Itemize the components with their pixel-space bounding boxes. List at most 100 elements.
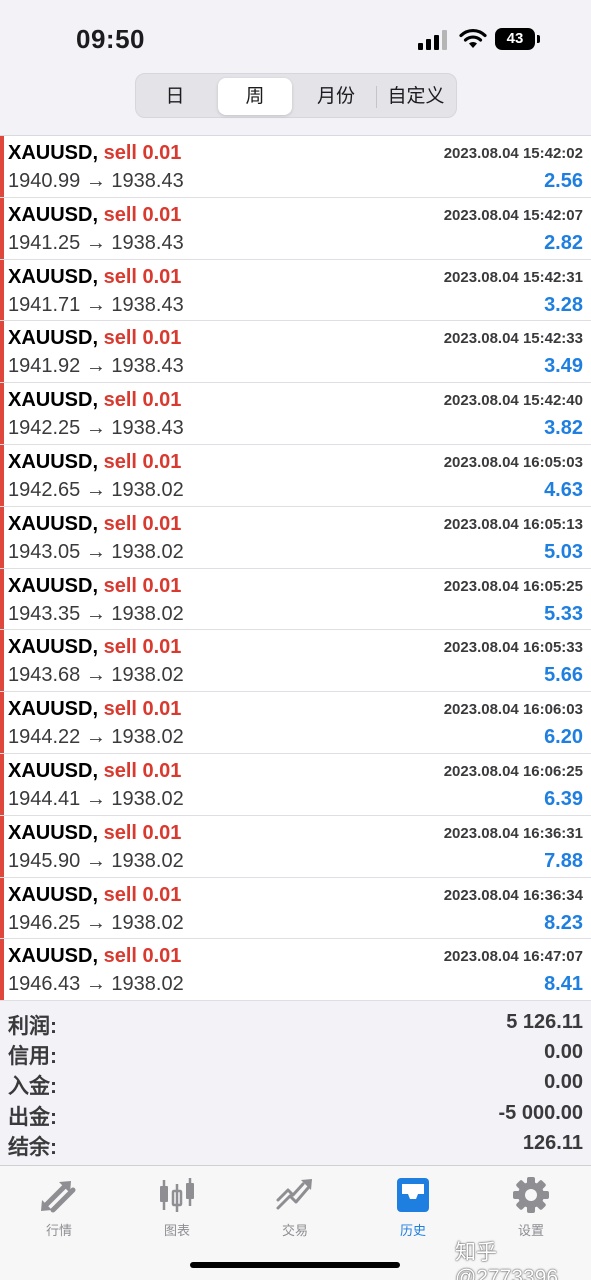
trade-history-list: XAUUSD, sell 0.01 2023.08.04 15:42:02 1940… <box>0 135 591 1002</box>
trade-profit: 3.82 <box>544 417 583 440</box>
tab-history[interactable]: 历史 <box>354 1172 472 1242</box>
trade-row[interactable]: XAUUSD, sell 0.01 2023.08.04 16:06:03 1944… <box>0 692 591 754</box>
trade-row[interactable]: XAUUSD, sell 0.01 2023.08.04 15:42:33 1941… <box>0 321 591 384</box>
trade-profit: 2.82 <box>544 231 583 254</box>
sell-indicator-bar <box>0 136 4 197</box>
trade-row[interactable]: XAUUSD, sell 0.01 2023.08.04 16:05:03 1942… <box>0 444 591 507</box>
trade-profit: 5.03 <box>544 540 583 563</box>
trade-row[interactable]: XAUUSD, sell 0.01 2023.08.04 15:42:31 1941… <box>0 259 591 322</box>
trade-prices: 1941.92 → 1938.43 <box>8 355 184 378</box>
watermark: 知乎@2773396 <box>455 1241 559 1280</box>
period-tab-day[interactable]: 日 <box>140 78 210 115</box>
period-tab-week[interactable]: 周 <box>218 78 292 115</box>
trade-time: 2023.08.04 15:42:33 <box>443 330 583 348</box>
trade-side: sell 0.01 <box>103 512 182 535</box>
trade-prices: 1943.05 → 1938.02 <box>8 540 184 563</box>
trade-time: 2023.08.04 15:42:07 <box>443 206 583 224</box>
status-bar: 09:50 43 <box>0 0 591 70</box>
trade-row[interactable]: XAUUSD, sell 0.01 2023.08.04 16:47:07 1946… <box>0 939 591 1002</box>
summary-label: 利润: <box>8 1015 57 1038</box>
trade-profit: 3.28 <box>544 293 583 316</box>
trade-prices: 1944.22 → 1938.02 <box>8 726 184 749</box>
trade-row[interactable]: XAUUSD, sell 0.01 2023.08.04 16:05:33 1943… <box>0 630 591 693</box>
trade-side: sell 0.01 <box>103 698 182 721</box>
trade-prices: 1942.65 → 1938.02 <box>8 478 184 501</box>
trade-row[interactable]: XAUUSD, sell 0.01 2023.08.04 15:42:40 1942… <box>0 383 591 445</box>
trade-symbol: XAUUSD, <box>8 698 99 721</box>
trade-profit: 8.41 <box>544 973 583 996</box>
trade-time: 2023.08.04 16:05:03 <box>443 453 583 471</box>
trade-time: 2023.08.04 15:42:31 <box>443 268 583 286</box>
trade-row[interactable]: XAUUSD, sell 0.01 2023.08.04 16:36:34 1946… <box>0 877 591 940</box>
trade-side: sell 0.01 <box>103 883 182 906</box>
trade-time: 2023.08.04 16:06:25 <box>443 762 583 780</box>
tab-charts[interactable]: 图表 <box>118 1172 236 1242</box>
tab-settings[interactable]: 设置 <box>472 1172 590 1242</box>
period-tab-month[interactable]: 月份 <box>298 78 374 115</box>
sell-indicator-bar <box>0 815 4 877</box>
trade-trend-icon <box>276 1179 312 1210</box>
trade-title: XAUUSD, sell 0.01 <box>8 204 181 227</box>
period-tab-custom[interactable]: 自定义 <box>379 78 453 115</box>
trade-symbol: XAUUSD, <box>8 203 99 226</box>
summary-value: -5 000.00 <box>498 1101 583 1124</box>
trade-title: XAUUSD, sell 0.01 <box>8 945 181 968</box>
trade-row[interactable]: XAUUSD, sell 0.01 2023.08.04 15:42:07 1941… <box>0 197 591 260</box>
trade-prices: 1946.25 → 1938.02 <box>8 911 184 934</box>
tab-quotes[interactable]: 行情 <box>0 1172 118 1242</box>
summary-value: 0.00 <box>544 1071 583 1094</box>
trade-profit: 5.33 <box>544 602 583 625</box>
trade-symbol: XAUUSD, <box>8 327 99 350</box>
trade-title: XAUUSD, sell 0.01 <box>8 389 181 412</box>
trade-side: sell 0.01 <box>103 574 182 597</box>
trade-title: XAUUSD, sell 0.01 <box>8 760 181 783</box>
trade-title: XAUUSD, sell 0.01 <box>8 451 181 474</box>
trade-side: sell 0.01 <box>103 759 182 782</box>
trade-time: 2023.08.04 16:36:34 <box>443 886 583 904</box>
summary-row: 入金: 0.00 <box>0 1068 591 1098</box>
trade-row[interactable]: XAUUSD, sell 0.01 2023.08.04 16:36:31 1945… <box>0 815 591 878</box>
trade-side: sell 0.01 <box>103 636 182 659</box>
trade-side: sell 0.01 <box>103 203 182 226</box>
sell-indicator-bar <box>0 877 4 939</box>
trade-row[interactable]: XAUUSD, sell 0.01 2023.08.04 16:05:13 1943… <box>0 506 591 569</box>
sell-indicator-bar <box>0 506 4 568</box>
trade-symbol: XAUUSD, <box>8 574 99 597</box>
account-summary: 利润: 5 126.11 信用: 0.00 入金: 0.00 出金: -5 000.00 结余:… <box>0 1008 591 1163</box>
cellular-signal-icon <box>418 30 447 50</box>
summary-label: 出金: <box>8 1105 57 1129</box>
trade-title: XAUUSD, sell 0.01 <box>8 266 181 289</box>
sell-indicator-bar <box>0 568 4 630</box>
trade-prices: 1945.90 → 1938.02 <box>8 849 184 872</box>
trade-symbol: XAUUSD, <box>8 821 99 844</box>
trade-symbol: XAUUSD, <box>8 636 99 659</box>
trade-time: 2023.08.04 16:06:03 <box>443 701 583 719</box>
trade-title: XAUUSD, sell 0.01 <box>8 698 181 721</box>
trade-symbol: XAUUSD, <box>8 945 99 968</box>
trade-row[interactable]: XAUUSD, sell 0.01 2023.08.04 16:06:25 1944… <box>0 753 591 816</box>
sell-indicator-bar <box>0 259 4 321</box>
trade-time: 2023.08.04 16:36:31 <box>443 824 583 842</box>
tab-trade[interactable]: 交易 <box>236 1172 354 1242</box>
trade-side: sell 0.01 <box>103 450 182 473</box>
trade-profit: 2.56 <box>544 170 583 192</box>
trade-title: XAUUSD, sell 0.01 <box>8 884 181 907</box>
battery-cap <box>537 35 540 43</box>
trade-profit: 7.88 <box>544 849 583 872</box>
battery-level: 43 <box>495 28 535 50</box>
period-segmented-control: 日 周 月份 自定义 <box>135 73 457 118</box>
trade-title: XAUUSD, sell 0.01 <box>8 636 181 659</box>
trade-profit: 6.20 <box>544 726 583 749</box>
trade-title: XAUUSD, sell 0.01 <box>8 575 181 598</box>
summary-row: 信用: 0.00 <box>0 1038 591 1068</box>
trade-row[interactable]: XAUUSD, sell 0.01 2023.08.04 15:42:02 1940… <box>0 136 591 198</box>
tab-label: 行情 <box>45 1223 72 1238</box>
trade-prices: 1941.25 → 1938.43 <box>8 231 184 254</box>
home-indicator[interactable] <box>190 1262 400 1268</box>
trade-prices: 1946.43 → 1938.02 <box>8 973 184 996</box>
summary-value: 126.11 <box>522 1131 583 1154</box>
trade-row[interactable]: XAUUSD, sell 0.01 2023.08.04 16:05:25 1943… <box>0 568 591 631</box>
sell-indicator-bar <box>0 197 4 259</box>
trade-symbol: XAUUSD, <box>8 142 99 164</box>
sell-indicator-bar <box>0 383 4 444</box>
